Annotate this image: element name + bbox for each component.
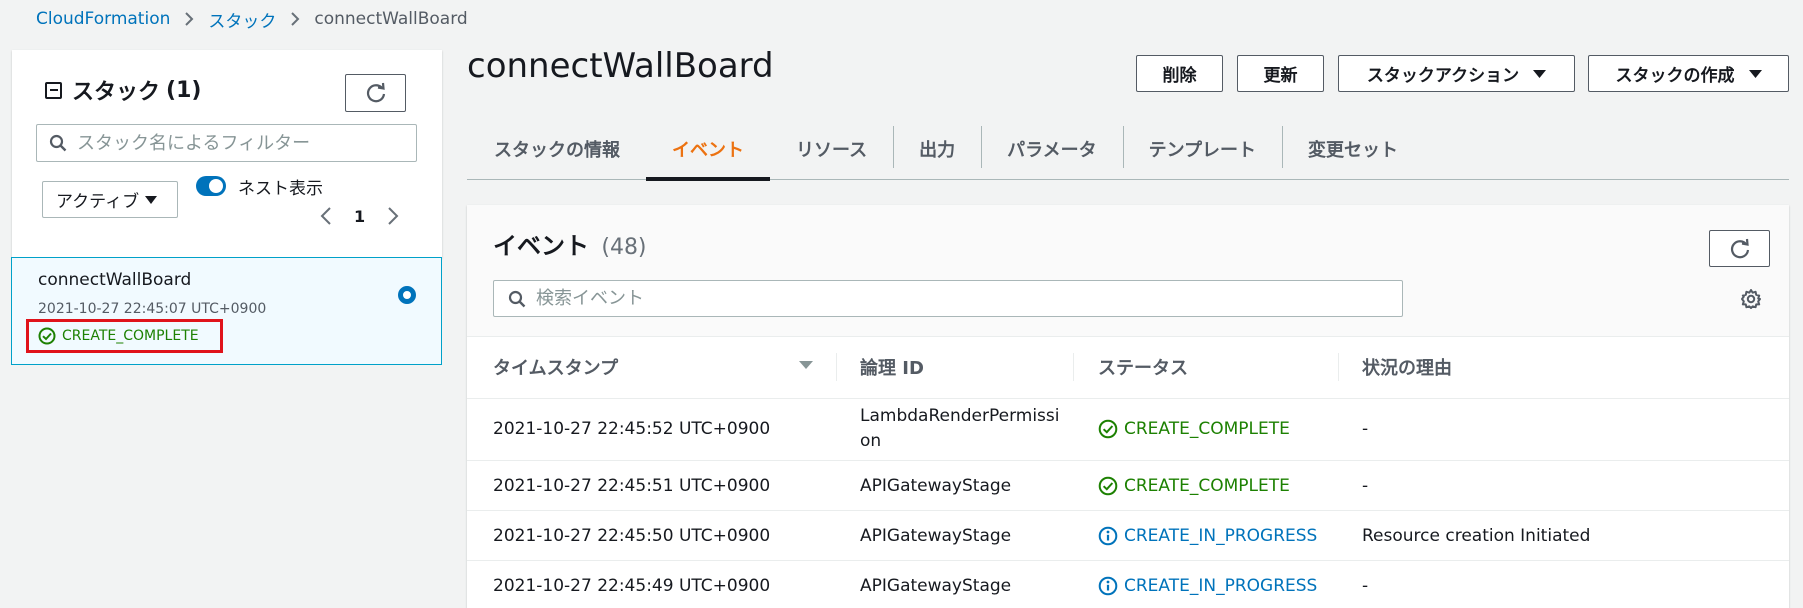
refresh-icon (365, 82, 387, 104)
event-timestamp: 2021-10-27 22:45:50 UTC+0900 (493, 526, 771, 546)
create-stack-button[interactable]: スタックの作成 (1588, 55, 1789, 92)
caret-down-icon (1533, 69, 1547, 79)
page-title: connectWallBoard (467, 46, 774, 86)
search-icon (508, 290, 526, 308)
delete-button[interactable]: 削除 (1136, 55, 1223, 92)
chevron-right-icon[interactable] (387, 206, 399, 226)
column-header-status: ステータス (1098, 358, 1188, 379)
stack-actions-label: スタックアクション (1366, 66, 1520, 86)
stacks-panel-title: スタック (1) (45, 74, 201, 106)
event-logical-id-wrap: on (860, 431, 882, 451)
tab-events[interactable]: イベント (646, 118, 770, 181)
event-status-text: CREATE_IN_PROGRESS (1124, 526, 1318, 546)
event-reason: - (1362, 419, 1369, 439)
pagination: 1 (320, 206, 399, 226)
event-reason: Resource creation Initiated (1362, 526, 1591, 546)
column-header-reason: 状況の理由 (1362, 358, 1452, 379)
column-divider (836, 353, 837, 381)
tab-change-sets[interactable]: 変更セット (1282, 118, 1424, 180)
breadcrumb-stacks-link[interactable]: スタック (208, 7, 276, 32)
check-circle-icon (1098, 476, 1118, 496)
breadcrumb-current: connectWallBoard (314, 9, 468, 29)
stack-name[interactable]: connectWallBoard (38, 270, 191, 290)
breadcrumb-cloudformation-link[interactable]: CloudFormation (36, 9, 170, 29)
search-icon (49, 134, 67, 152)
table-row-divider (467, 510, 1789, 511)
stack-filter-field[interactable] (36, 124, 417, 162)
chevron-right-icon (184, 11, 194, 27)
gear-icon[interactable] (1740, 288, 1762, 310)
tab-stack-info[interactable]: スタックの情報 (467, 118, 646, 180)
events-title: イベント (48) (493, 226, 647, 261)
event-status-text: CREATE_COMPLETE (1124, 476, 1290, 496)
events-search-input[interactable] (536, 288, 1402, 309)
collapse-icon[interactable] (45, 81, 62, 99)
stack-status-text: CREATE_COMPLETE (62, 328, 199, 344)
events-title-text: イベント (493, 232, 589, 260)
info-circle-icon (1098, 576, 1118, 596)
caret-down-icon (1748, 69, 1762, 79)
event-status-text: CREATE_IN_PROGRESS (1124, 576, 1318, 596)
sort-desc-icon[interactable] (799, 360, 813, 370)
event-reason: - (1362, 476, 1369, 496)
chevron-left-icon[interactable] (320, 206, 332, 226)
nested-view-label: ネスト表示 (238, 179, 323, 199)
events-count: (48) (601, 235, 647, 260)
event-status: CREATE_IN_PROGRESS (1098, 526, 1317, 546)
tab-template[interactable]: テンプレート (1122, 118, 1282, 180)
stacks-count: (1) (166, 77, 202, 103)
stack-created-time: 2021-10-27 22:45:07 UTC+0900 (38, 301, 267, 317)
table-row-divider (467, 560, 1789, 561)
stack-select-radio[interactable] (398, 286, 416, 304)
table-header-divider (467, 398, 1789, 399)
tab-outputs[interactable]: 出力 (893, 118, 981, 180)
event-status: CREATE_IN_PROGRESS (1098, 576, 1317, 596)
check-circle-icon (38, 327, 56, 345)
stacks-refresh-button[interactable] (345, 74, 406, 112)
nested-view-toggle[interactable] (196, 176, 226, 196)
update-button[interactable]: 更新 (1237, 55, 1324, 92)
stack-filter-input[interactable] (77, 132, 416, 154)
stack-status-badge: CREATE_COMPLETE (26, 319, 223, 353)
stack-actions-button[interactable]: スタックアクション (1338, 55, 1575, 92)
status-filter-select[interactable]: アクティブ (42, 181, 178, 218)
event-logical-id: LambdaRenderPermissi (860, 406, 1060, 426)
tab-resources[interactable]: リソース (770, 118, 893, 180)
column-divider (1073, 353, 1074, 381)
stacks-title-text: スタック (72, 80, 161, 105)
page-number[interactable]: 1 (354, 207, 365, 226)
chevron-right-icon (290, 11, 300, 27)
caret-down-icon (145, 195, 158, 205)
event-status: CREATE_COMPLETE (1098, 419, 1290, 439)
column-header-timestamp[interactable]: タイムスタンプ (493, 354, 618, 380)
create-stack-label: スタックの作成 (1615, 66, 1735, 86)
status-filter-value: アクティブ (56, 192, 140, 212)
info-circle-icon (1098, 526, 1118, 546)
event-logical-id: APIGatewayStage (860, 526, 1012, 546)
event-status-text: CREATE_COMPLETE (1124, 419, 1290, 439)
event-timestamp: 2021-10-27 22:45:51 UTC+0900 (493, 476, 771, 496)
events-search-field[interactable] (493, 280, 1403, 317)
table-row-divider (467, 460, 1789, 461)
breadcrumb: CloudFormation スタック connectWallBoard (36, 7, 468, 32)
event-status: CREATE_COMPLETE (1098, 476, 1290, 496)
column-header-logical-id: 論理 ID (860, 358, 924, 379)
event-timestamp: 2021-10-27 22:45:49 UTC+0900 (493, 576, 771, 596)
column-divider (1338, 353, 1339, 381)
event-logical-id: APIGatewayStage (860, 576, 1012, 596)
event-logical-id: APIGatewayStage (860, 476, 1012, 496)
refresh-icon (1729, 238, 1751, 260)
tab-parameters[interactable]: パラメータ (981, 118, 1122, 180)
event-reason: - (1362, 576, 1369, 596)
events-refresh-button[interactable] (1709, 230, 1770, 267)
event-timestamp: 2021-10-27 22:45:52 UTC+0900 (493, 419, 771, 439)
check-circle-icon (1098, 419, 1118, 439)
stack-tabs: スタックの情報 イベント リソース 出力 パラメータ テンプレート 変更セット (467, 118, 1789, 181)
events-panel-header (467, 205, 1789, 337)
